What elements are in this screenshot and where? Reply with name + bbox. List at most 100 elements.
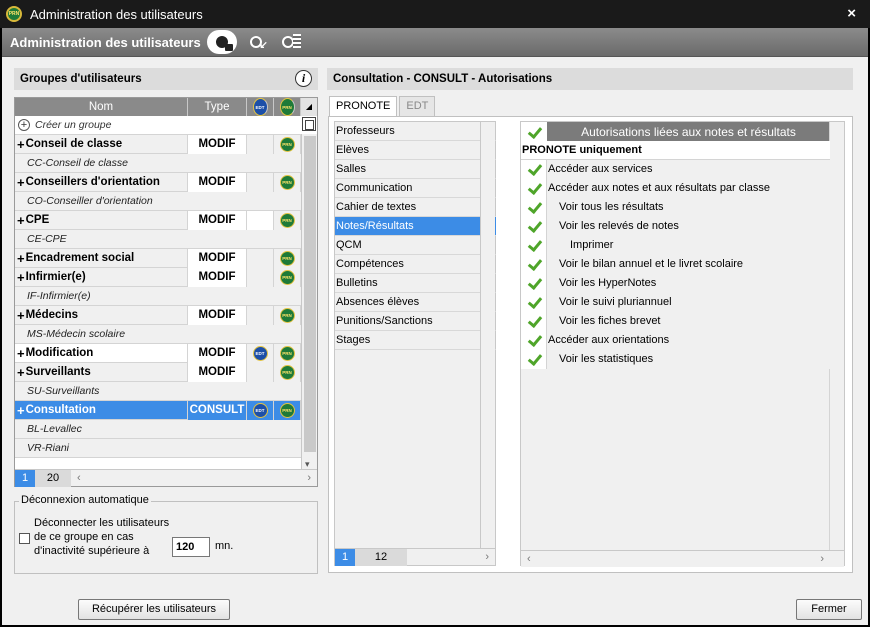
column-type[interactable]: Type: [188, 98, 247, 116]
pronote-cell[interactable]: PRN: [274, 172, 301, 192]
recover-users-button[interactable]: Récupérer les utilisateurs: [78, 599, 230, 620]
category-scroll-right-icon[interactable]: ›: [479, 551, 495, 563]
permission-row[interactable]: Voir le suivi pluriannuel: [521, 292, 830, 312]
permission-row[interactable]: Accéder aux notes et aux résultats par c…: [521, 178, 830, 198]
permission-row[interactable]: Accéder aux orientations: [521, 330, 830, 350]
group-row[interactable]: + CPE MODIF PRN: [15, 210, 301, 230]
edt-cell[interactable]: EDT: [247, 343, 274, 363]
user-list-icon[interactable]: [275, 30, 301, 54]
pronote-cell[interactable]: PRN: [274, 343, 301, 363]
edt-cell[interactable]: EDT: [247, 400, 274, 420]
expand-icon[interactable]: +: [17, 137, 25, 152]
permission-row[interactable]: Voir les relevés de notes: [521, 216, 830, 236]
edt-cell[interactable]: [247, 248, 274, 268]
group-row[interactable]: + Conseil de classe MODIF PRN: [15, 134, 301, 154]
expand-icon[interactable]: +: [17, 403, 25, 418]
user-row[interactable]: SU-Surveillants: [15, 382, 301, 401]
user-row[interactable]: VR-Riani: [15, 439, 301, 458]
category-vscroll[interactable]: [480, 122, 495, 548]
permission-row[interactable]: Accéder aux services: [521, 159, 830, 179]
permission-row[interactable]: Voir les HyperNotes: [521, 273, 830, 293]
pronote-cell[interactable]: PRN: [274, 400, 301, 420]
category-item[interactable]: Punitions/Sanctions: [335, 312, 496, 331]
group-row[interactable]: + Conseillers d'orientation MODIF PRN: [15, 172, 301, 192]
permission-checkbox[interactable]: [521, 216, 547, 236]
category-item[interactable]: Elèves: [335, 141, 496, 160]
user-row[interactable]: IF-Infirmier(e): [15, 287, 301, 306]
user-import-icon[interactable]: ↙: [243, 30, 269, 54]
sort-corner-icon[interactable]: ◢: [301, 98, 317, 116]
group-row[interactable]: + Infirmier(e) MODIF PRN: [15, 267, 301, 287]
category-item[interactable]: Stages: [335, 331, 496, 350]
pronote-cell[interactable]: PRN: [274, 362, 301, 382]
pronote-cell[interactable]: PRN: [274, 248, 301, 268]
category-item[interactable]: Absences élèves: [335, 293, 496, 312]
column-pronote[interactable]: PRN: [274, 98, 301, 116]
user-row[interactable]: CO-Conseiller d'orientation: [15, 192, 301, 211]
permission-checkbox[interactable]: [521, 178, 547, 198]
info-icon[interactable]: i: [295, 70, 312, 87]
permission-checkbox[interactable]: [521, 235, 547, 255]
group-row[interactable]: + Médecins MODIF PRN: [15, 305, 301, 325]
permission-checkbox[interactable]: [521, 349, 547, 369]
expand-icon[interactable]: +: [17, 270, 25, 285]
category-item[interactable]: QCM: [335, 236, 496, 255]
permission-checkbox[interactable]: [521, 311, 547, 331]
expand-icon[interactable]: +: [17, 365, 25, 380]
permissions-hscroll[interactable]: ‹ ›: [521, 550, 844, 567]
pronote-cell[interactable]: PRN: [274, 305, 301, 325]
edt-cell[interactable]: [247, 267, 274, 287]
pronote-cell[interactable]: PRN: [274, 210, 301, 230]
perm-scroll-left-icon[interactable]: ‹: [521, 553, 537, 565]
permission-row[interactable]: Voir les fiches brevet: [521, 311, 830, 331]
permission-row[interactable]: Voir tous les résultats: [521, 197, 830, 217]
category-item[interactable]: Salles: [335, 160, 496, 179]
perm-scroll-right-icon[interactable]: ›: [814, 553, 830, 565]
user-row[interactable]: CE-CPE: [15, 230, 301, 249]
permission-checkbox[interactable]: [521, 273, 547, 293]
header-checkbox[interactable]: [521, 122, 547, 141]
expand-icon[interactable]: +: [17, 175, 25, 190]
group-row[interactable]: + Surveillants MODIF PRN: [15, 362, 301, 382]
user-row[interactable]: MS-Médecin scolaire: [15, 325, 301, 344]
group-row[interactable]: + Encadrement social MODIF PRN: [15, 248, 301, 268]
category-item[interactable]: Notes/Résultats: [335, 217, 496, 236]
pronote-cell[interactable]: PRN: [274, 267, 301, 287]
group-row[interactable]: + Consultation CONSULT EDT PRN: [15, 400, 301, 420]
user-lock-icon[interactable]: [206, 30, 237, 54]
create-group-row[interactable]: + Créer un groupe: [15, 116, 301, 135]
edt-cell[interactable]: [247, 134, 274, 154]
edt-cell[interactable]: [247, 210, 274, 230]
edt-cell[interactable]: [247, 305, 274, 325]
groups-vscroll[interactable]: ▾: [301, 134, 317, 470]
auto-disconnect-checkbox[interactable]: [19, 533, 30, 544]
category-item[interactable]: Compétences: [335, 255, 496, 274]
permission-checkbox[interactable]: [521, 254, 547, 274]
permission-row[interactable]: Voir le bilan annuel et le livret scolai…: [521, 254, 830, 274]
expand-icon[interactable]: +: [17, 213, 25, 228]
permissions-vscroll[interactable]: [829, 122, 844, 550]
close-button[interactable]: Fermer: [796, 599, 862, 620]
tab-pronote[interactable]: PRONOTE: [329, 96, 398, 116]
edt-cell[interactable]: [247, 172, 274, 192]
category-item[interactable]: Bulletins: [335, 274, 496, 293]
permission-checkbox[interactable]: [521, 197, 547, 217]
tab-edt[interactable]: EDT: [399, 96, 436, 116]
groups-vscroll-thumb[interactable]: [304, 136, 316, 452]
permission-row[interactable]: Voir les statistiques: [521, 349, 830, 369]
scroll-left-icon[interactable]: ‹: [71, 472, 87, 484]
expand-icon[interactable]: +: [17, 346, 25, 361]
category-item[interactable]: Professeurs: [335, 122, 496, 141]
inactivity-minutes-input[interactable]: 120: [172, 537, 210, 557]
category-item[interactable]: Communication: [335, 179, 496, 198]
groups-pager-current[interactable]: 1: [15, 469, 35, 487]
user-row[interactable]: BL-Levallec: [15, 420, 301, 439]
edt-cell[interactable]: [247, 362, 274, 382]
copy-icon[interactable]: [302, 117, 316, 131]
permission-checkbox[interactable]: [521, 292, 547, 312]
category-item[interactable]: Cahier de textes: [335, 198, 496, 217]
pronote-cell[interactable]: PRN: [274, 134, 301, 154]
scroll-right-icon[interactable]: ›: [301, 472, 317, 484]
user-row[interactable]: CC-Conseil de classe: [15, 154, 301, 173]
group-row[interactable]: + Modification MODIF EDT PRN: [15, 343, 301, 363]
